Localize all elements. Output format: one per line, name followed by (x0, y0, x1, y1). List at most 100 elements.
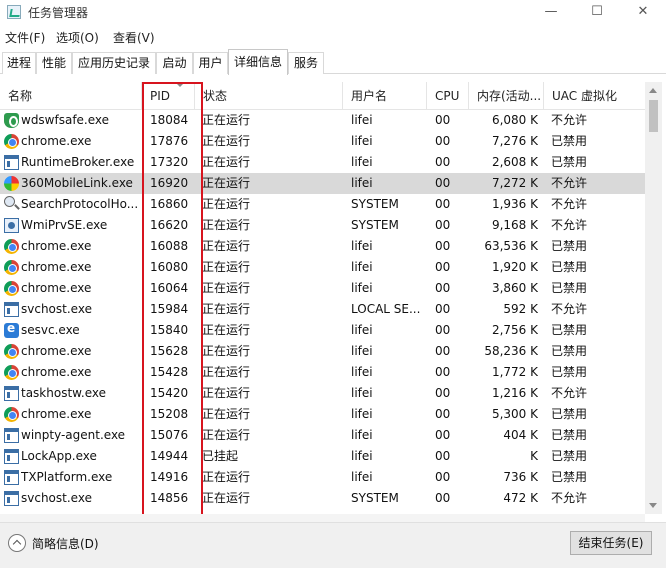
table-row[interactable]: winpty-agent.exe 15076 正在运行 lifei 00 404 K 已禁用 (0, 425, 645, 446)
collapse-up-icon[interactable] (8, 534, 26, 552)
table-row[interactable]: taskhostw.exe 15420 正在运行 lifei 00 1,216 K 不允许 (0, 383, 645, 404)
tab-details[interactable]: 详细信息 (228, 49, 288, 75)
cell-cpu: 00 (435, 281, 451, 295)
cell-username: lifei (351, 386, 373, 400)
cell-uac: 不允许 (551, 176, 588, 190)
column-header-status[interactable]: 状态 (195, 82, 343, 110)
tab-app-history[interactable]: 应用历史记录 (72, 52, 156, 74)
vertical-scrollbar[interactable] (645, 82, 662, 514)
cell-pid: 15428 (150, 365, 189, 379)
column-header-username[interactable]: 用户名 (343, 82, 427, 110)
cell-username: lifei (351, 134, 373, 148)
minimize-button[interactable]: — (528, 0, 574, 26)
table-row[interactable]: chrome.exe 15628 正在运行 lifei 00 58,236 K 已禁用 (0, 341, 645, 362)
cell-cpu: 00 (435, 386, 451, 400)
cell-name: RuntimeBroker.exe (21, 155, 135, 169)
cell-uac: 已禁用 (551, 407, 588, 421)
column-header-pid[interactable]: PID (142, 82, 195, 110)
cell-cpu: 00 (435, 176, 451, 190)
table-row[interactable]: chrome.exe 15208 正在运行 lifei 00 5,300 K 已禁用 (0, 404, 645, 425)
table-row[interactable]: RuntimeBroker.exe 17320 正在运行 lifei 00 2,608 K… (0, 152, 645, 173)
close-button[interactable]: ✕ (620, 0, 666, 26)
cell-cpu: 00 (435, 239, 451, 253)
cell-status: 正在运行 (202, 176, 251, 190)
cell-name: chrome.exe (21, 239, 92, 253)
table-row[interactable]: svchost.exe 15984 正在运行 LOCAL SE... 00 592 K 不允… (0, 299, 645, 320)
cell-username: SYSTEM (351, 197, 399, 211)
cell-name: chrome.exe (21, 407, 92, 421)
cell-status: 正在运行 (202, 260, 251, 274)
cell-cpu: 00 (435, 407, 451, 421)
table-row[interactable]: svchost.exe 14856 正在运行 SYSTEM 00 472 K 不允许 (0, 488, 645, 509)
window-icon (4, 428, 19, 443)
cell-status: 正在运行 (202, 344, 251, 358)
horizontal-scrollbar[interactable] (0, 514, 645, 522)
details-table: 名称 PID 状态 用户名 CPU 内存(活动... UAC 虚拟化 wdswf… (0, 82, 645, 522)
cell-memory: 7,272 K (491, 176, 538, 190)
menu-view[interactable]: 查看(V) (113, 29, 155, 46)
cell-status: 正在运行 (202, 239, 251, 253)
fewer-details-link[interactable]: 简略信息(D) (32, 535, 99, 552)
cell-status: 正在运行 (202, 218, 251, 232)
table-row[interactable]: wdswfsafe.exe 18084 正在运行 lifei 00 6,080 K 不允许 (0, 110, 645, 131)
tab-processes[interactable]: 进程 (2, 52, 36, 74)
table-row[interactable]: SearchProtocolHo... 16860 正在运行 SYSTEM 00 1,93… (0, 194, 645, 215)
column-header-name[interactable]: 名称 (0, 82, 142, 110)
table-row[interactable]: chrome.exe 16064 正在运行 lifei 00 3,860 K 已禁用 (0, 278, 645, 299)
cell-cpu: 00 (435, 197, 451, 211)
maximize-button[interactable]: ☐ (574, 0, 620, 26)
cell-status: 正在运行 (202, 386, 251, 400)
table-row[interactable]: chrome.exe 16080 正在运行 lifei 00 1,920 K 已禁用 (0, 257, 645, 278)
table-row[interactable]: chrome.exe 16088 正在运行 lifei 00 63,536 K 已禁用 (0, 236, 645, 257)
tab-performance[interactable]: 性能 (36, 52, 72, 74)
cell-cpu: 00 (435, 449, 451, 463)
cell-username: SYSTEM (351, 218, 399, 232)
cell-memory: 9,168 K (491, 218, 538, 232)
window-icon (4, 155, 19, 170)
cell-memory: 5,300 K (491, 407, 538, 421)
cell-uac: 已禁用 (551, 449, 588, 463)
table-row[interactable]: WmiPrvSE.exe 16620 正在运行 SYSTEM 00 9,168 K 不允许 (0, 215, 645, 236)
column-header-uac[interactable]: UAC 虚拟化 (544, 82, 645, 110)
column-header-cpu[interactable]: CPU (427, 82, 469, 110)
cell-uac: 已禁用 (551, 470, 588, 484)
menu-file[interactable]: 文件(F) (5, 29, 45, 46)
chrome-icon (4, 344, 19, 359)
column-header-memory[interactable]: 内存(活动... (469, 82, 544, 110)
cell-uac: 不允许 (551, 113, 588, 127)
window-icon (4, 470, 19, 485)
cell-status: 正在运行 (202, 302, 251, 316)
cell-name: svchost.exe (21, 491, 92, 505)
tab-bar: 进程 性能 应用历史记录 启动 用户 详细信息 服务 (0, 49, 666, 75)
cell-name: chrome.exe (21, 365, 92, 379)
cell-pid: 15840 (150, 323, 189, 337)
table-body: wdswfsafe.exe 18084 正在运行 lifei 00 6,080 K 不允许 c… (0, 110, 645, 509)
tab-services[interactable]: 服务 (288, 52, 324, 74)
cell-pid: 15208 (150, 407, 189, 421)
cell-status: 正在运行 (202, 365, 251, 379)
table-row[interactable]: 360MobileLink.exe 16920 正在运行 lifei 00 7,272 K… (0, 173, 645, 194)
cell-status: 正在运行 (202, 281, 251, 295)
table-row[interactable]: TXPlatform.exe 14916 正在运行 lifei 00 736 K 已禁用 (0, 467, 645, 488)
end-task-button[interactable]: 结束任务(E) (570, 531, 652, 555)
table-row[interactable]: chrome.exe 15428 正在运行 lifei 00 1,772 K 已禁用 (0, 362, 645, 383)
cell-name: wdswfsafe.exe (21, 113, 110, 127)
cell-pid: 16088 (150, 239, 189, 253)
menu-options[interactable]: 选项(O) (56, 29, 99, 46)
scroll-down-icon[interactable] (649, 503, 657, 508)
table-row[interactable]: LockApp.exe 14944 已挂起 lifei 00 K 已禁用 (0, 446, 645, 467)
wmi-icon (4, 218, 19, 233)
cell-cpu: 00 (435, 470, 451, 484)
scroll-thumb[interactable] (649, 100, 658, 132)
cell-uac: 已禁用 (551, 260, 588, 274)
tab-users[interactable]: 用户 (193, 52, 228, 74)
tab-startup[interactable]: 启动 (156, 52, 193, 74)
table-row[interactable]: chrome.exe 17876 正在运行 lifei 00 7,276 K 已禁用 (0, 131, 645, 152)
cell-name: chrome.exe (21, 281, 92, 295)
cell-status: 正在运行 (202, 491, 251, 505)
cell-uac: 已禁用 (551, 323, 588, 337)
scroll-up-icon[interactable] (649, 88, 657, 93)
menu-bar: 文件(F) 选项(O) 查看(V) (0, 27, 666, 47)
table-row[interactable]: sesvc.exe 15840 正在运行 lifei 00 2,756 K 已禁用 (0, 320, 645, 341)
cell-username: SYSTEM (351, 491, 399, 505)
